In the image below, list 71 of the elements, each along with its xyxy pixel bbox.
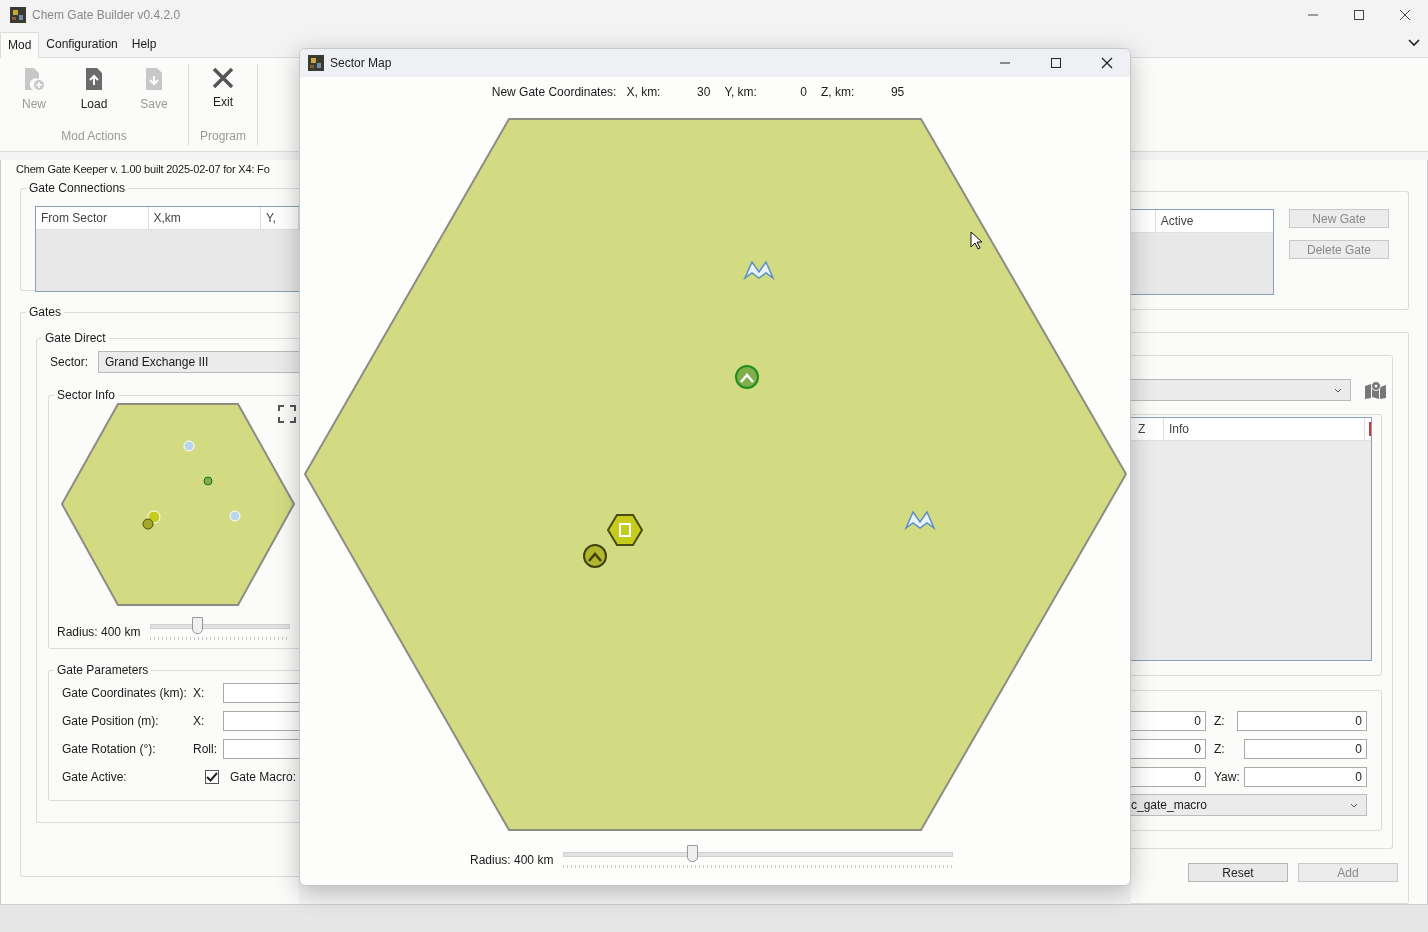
input-field[interactable]: [223, 711, 299, 731]
field-label: Gate Coordinates (km):: [61, 686, 188, 700]
field-label: Z:: [1213, 714, 1226, 728]
download-file-icon: [145, 67, 163, 91]
close-icon[interactable]: [1101, 57, 1113, 69]
close-icon: [212, 67, 234, 89]
cursor-icon: [970, 231, 983, 250]
map-icon[interactable]: [1365, 381, 1386, 399]
slider-thumb[interactable]: [687, 845, 699, 862]
field-label: X:: [193, 714, 206, 728]
slider-thumb[interactable]: [191, 617, 203, 634]
field-label: Gate Active:: [61, 770, 128, 784]
radius-label: Radius: 400 km: [470, 853, 554, 867]
column-header[interactable]: X,km: [148, 207, 262, 229]
column-header[interactable]: Info: [1164, 418, 1365, 440]
input-field[interactable]: [223, 683, 299, 703]
field-label: Sector:: [49, 355, 89, 369]
group-title: Gate Direct: [44, 331, 107, 345]
group-title: Gate Connections: [28, 181, 127, 195]
app-icon: [10, 7, 26, 23]
action-button[interactable]: Reset: [1188, 863, 1288, 882]
close-icon[interactable]: [1399, 9, 1411, 21]
group-title: Sector Info: [56, 388, 117, 402]
fullscreen-icon[interactable]: [278, 405, 296, 423]
field-label: Roll:: [193, 742, 218, 756]
menu-item[interactable]: Help: [124, 32, 164, 57]
checkbox[interactable]: [204, 770, 219, 784]
axis-label: Y, km:: [724, 85, 757, 99]
field-label: Yaw:: [1213, 770, 1241, 784]
macro-dropdown[interactable]: c_gate_macro: [1131, 794, 1367, 816]
input-field[interactable]: 0: [1244, 739, 1367, 759]
coordinate-value: 95: [889, 85, 905, 99]
app-icon: [308, 55, 324, 71]
input-field[interactable]: 0: [1244, 767, 1367, 787]
dialog-title: Sector Map: [330, 56, 392, 70]
ribbon-group-label: Program: [200, 129, 246, 145]
menu-item[interactable]: Mod: [0, 32, 40, 58]
coordinate-value: 0: [799, 85, 807, 99]
new-file-icon: [23, 67, 45, 91]
group-title: Gate Parameters: [56, 663, 150, 677]
input-field[interactable]: 0: [1131, 739, 1206, 759]
sector-dropdown[interactable]: Grand Exchange III: [98, 351, 299, 373]
axis-label: Z, km:: [820, 85, 855, 99]
chevron-icon: [1350, 802, 1358, 808]
input-field[interactable]: 0: [1131, 711, 1206, 731]
menu-item[interactable]: Configuration: [39, 32, 125, 57]
maximize-icon[interactable]: [1050, 57, 1062, 69]
field-label: Z:: [1213, 742, 1226, 756]
ribbon-group-label: Mod Actions: [61, 129, 127, 145]
upload-file-icon: [85, 67, 103, 91]
ribbon-button[interactable]: Exit: [193, 64, 253, 129]
input-field[interactable]: 0: [1131, 767, 1206, 787]
axis-label: X, km:: [626, 85, 661, 99]
column-header[interactable]: From Sector: [36, 207, 149, 229]
input-field[interactable]: 0: [1237, 711, 1367, 731]
chevron-icon[interactable]: [1408, 39, 1420, 47]
field-label: Gate Position (m):: [61, 714, 160, 728]
info-text: Chem Gate Keeper v. 1.00 built 2025-02-07 for X4: Fo: [15, 162, 271, 177]
field-label: X:: [193, 686, 206, 700]
coordinate-value: 30: [696, 85, 711, 99]
group-title: Gates: [28, 305, 62, 319]
column-header[interactable]: Y,: [261, 207, 299, 229]
coordinates-label: New Gate Coordinates:: [491, 85, 617, 99]
radius-label: Radius: 400 km: [56, 625, 142, 639]
ribbon-button[interactable]: Load: [64, 64, 124, 129]
input-field[interactable]: [223, 739, 299, 759]
window-title: Chem Gate Builder v0.4.2.0: [32, 8, 181, 22]
field-label: Gate Rotation (°):: [61, 742, 157, 756]
field-label: Gate Macro:: [230, 770, 297, 784]
maximize-icon[interactable]: [1353, 9, 1365, 21]
chevron-icon: [1334, 387, 1342, 393]
